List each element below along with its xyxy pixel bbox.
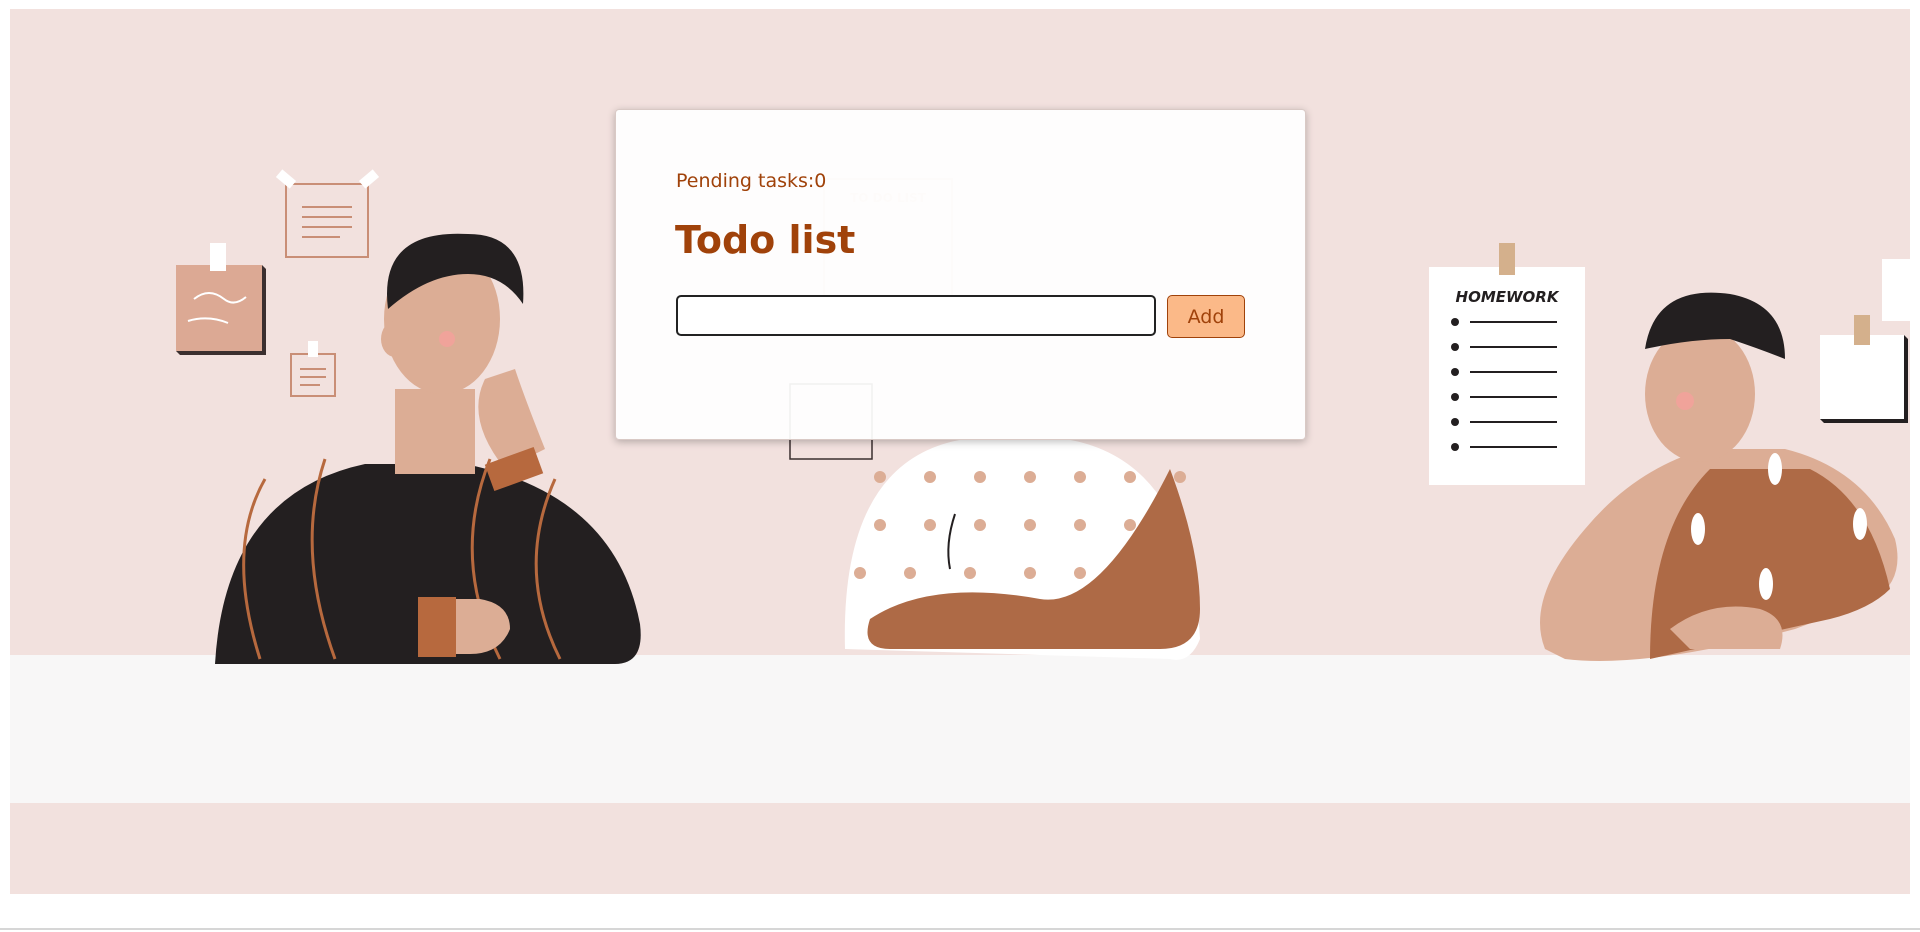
add-button[interactable]: Add xyxy=(1167,295,1245,338)
svg-text:HOMEWORK: HOMEWORK xyxy=(1456,288,1560,306)
wall-notes-left xyxy=(176,169,380,397)
pending-tasks-count: 0 xyxy=(814,170,827,192)
bottom-border xyxy=(0,928,1920,930)
desk xyxy=(10,655,1910,803)
homework-note: HOMEWORK xyxy=(1429,243,1585,485)
person-left xyxy=(215,233,641,664)
pending-tasks-label: Pending tasks: xyxy=(676,170,815,192)
task-input[interactable] xyxy=(676,295,1156,336)
person-middle xyxy=(844,439,1200,660)
page-title: Todo list xyxy=(675,218,856,262)
wall-notes-right xyxy=(1820,259,1910,423)
pending-tasks: Pending tasks:0 xyxy=(676,170,826,192)
todo-card: Pending tasks:0 Todo list Add xyxy=(615,109,1306,440)
